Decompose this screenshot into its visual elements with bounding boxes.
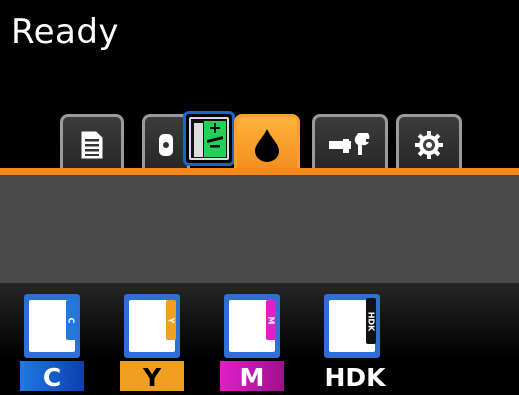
status-title: Ready: [11, 12, 120, 52]
ink-cartridge-m: M: [224, 294, 280, 358]
settings-gear-icon: [415, 130, 443, 159]
roll-icon: [159, 133, 173, 156]
tab-underline: [0, 168, 519, 175]
ink-level-m: M: [266, 300, 276, 340]
ink-cartridge-c: C: [24, 294, 80, 358]
ink-label-y: Y: [120, 361, 184, 392]
maintenance-icon: [329, 132, 370, 155]
ink-label-c: C: [20, 361, 84, 392]
document-icon: [81, 131, 103, 158]
ink-level-c: C: [66, 300, 76, 340]
tab-maintenance[interactable]: [312, 114, 388, 172]
ink-cartridge-hdk: HDK: [324, 294, 380, 358]
ink-label-hdk: HDK: [320, 361, 390, 392]
tab-print-info[interactable]: [60, 114, 124, 172]
tab-settings[interactable]: [396, 114, 462, 172]
ink-label-m: M: [220, 361, 284, 392]
media-adjust-icon: [194, 121, 226, 157]
tab-selection-highlight[interactable]: [183, 111, 235, 166]
tab-ink[interactable]: [234, 114, 300, 172]
ink-level-hdk: HDK: [366, 298, 376, 344]
ink-level-y: Y: [166, 300, 176, 340]
ink-cartridge-y: Y: [124, 294, 180, 358]
ink-drop-icon: [255, 128, 279, 162]
status-panel: [0, 175, 519, 283]
